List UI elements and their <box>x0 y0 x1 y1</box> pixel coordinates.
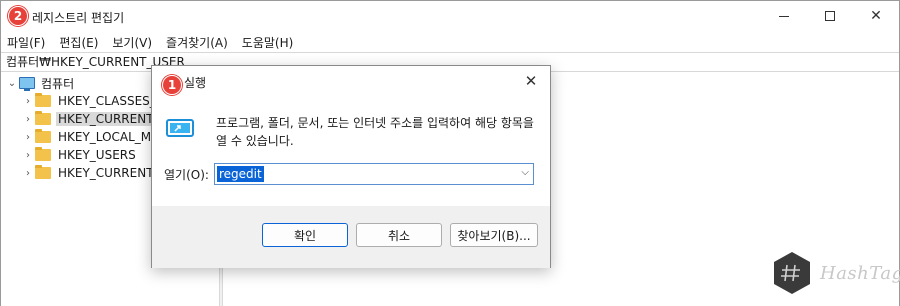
run-description: 프로그램, 폴더, 문서, 또는 인터넷 주소를 입력하여 해당 항목을 열 수… <box>216 116 534 148</box>
browse-button[interactable]: 찾아보기(B)... <box>450 223 538 247</box>
chevron-right-icon[interactable]: › <box>21 96 35 107</box>
tree-item-label: HKEY_CLASSES_R <box>58 94 165 108</box>
open-label: 열기(O): <box>164 168 209 182</box>
menu-file[interactable]: 파일(F) <box>7 34 45 51</box>
run-app-icon <box>166 119 194 137</box>
folder-icon <box>35 165 51 179</box>
watermark: HashTag <box>772 250 900 296</box>
chevron-down-icon[interactable]: ⌄ <box>5 78 19 89</box>
open-input-value[interactable]: regedit <box>217 166 264 182</box>
folder-icon <box>35 111 51 125</box>
tree-item[interactable]: › HKEY_USERS <box>21 146 138 164</box>
chevron-down-icon[interactable]: ⌵ <box>521 167 529 178</box>
minimize-button[interactable] <box>761 1 807 31</box>
run-title: 실행 <box>184 76 207 90</box>
chevron-right-icon[interactable]: › <box>21 150 35 161</box>
tree-item[interactable]: › HKEY_CURRENT_U <box>21 110 171 128</box>
tree-item-label: HKEY_LOCAL_MA <box>58 130 160 144</box>
minimize-icon <box>779 15 789 17</box>
folder-icon <box>35 93 51 107</box>
tree-item-label: HKEY_USERS <box>58 148 136 162</box>
open-combobox[interactable]: regedit ⌵ <box>214 163 534 185</box>
tree-root-label: 컴퓨터 <box>41 76 75 91</box>
close-icon: ✕ <box>870 8 882 24</box>
tree-item[interactable]: › HKEY_CLASSES_R <box>21 92 166 110</box>
menu-view[interactable]: 보기(V) <box>112 34 152 51</box>
ok-button[interactable]: 확인 <box>262 223 348 247</box>
run-footer: 확인 취소 찾아보기(B)... <box>152 206 550 268</box>
tree-item[interactable]: › HKEY_CURRENT_C <box>21 164 170 182</box>
maximize-button[interactable] <box>807 1 853 31</box>
regedit-title: 레지스트리 편집기 <box>32 11 125 25</box>
close-icon: ✕ <box>524 72 538 90</box>
step-badge-1: 1 <box>162 75 182 95</box>
chevron-right-icon[interactable]: › <box>21 132 35 143</box>
cancel-button[interactable]: 취소 <box>356 223 442 247</box>
menu-favorites[interactable]: 즐겨찾기(A) <box>166 34 228 51</box>
menubar: 파일(F) 편집(E) 보기(V) 즐겨찾기(A) 도움말(H) <box>1 32 899 52</box>
maximize-icon <box>825 11 835 21</box>
run-close-button[interactable]: ✕ <box>520 70 542 92</box>
tree-root[interactable]: ⌄ 컴퓨터 <box>5 74 76 92</box>
watermark-text: HashTag <box>820 262 900 284</box>
hashtag-logo-icon <box>774 252 810 294</box>
run-titlebar[interactable]: 실행 ✕ <box>152 66 550 96</box>
regedit-titlebar[interactable]: 레지스트리 편집기 ✕ <box>1 1 899 31</box>
run-body: 프로그램, 폴더, 문서, 또는 인터넷 주소를 입력하여 해당 항목을 열 수… <box>152 96 550 206</box>
step-badge-2: 2 <box>8 6 28 26</box>
folder-icon <box>35 147 51 161</box>
chevron-right-icon[interactable]: › <box>21 168 35 179</box>
tree-item[interactable]: › HKEY_LOCAL_MA <box>21 128 161 146</box>
computer-icon <box>19 77 35 91</box>
menu-help[interactable]: 도움말(H) <box>242 34 294 51</box>
chevron-right-icon[interactable]: › <box>21 114 35 125</box>
close-button[interactable]: ✕ <box>853 1 899 31</box>
folder-icon <box>35 129 51 143</box>
run-dialog: 실행 ✕ 프로그램, 폴더, 문서, 또는 인터넷 주소를 입력하여 해당 항목… <box>151 65 551 268</box>
menu-edit[interactable]: 편집(E) <box>59 34 98 51</box>
